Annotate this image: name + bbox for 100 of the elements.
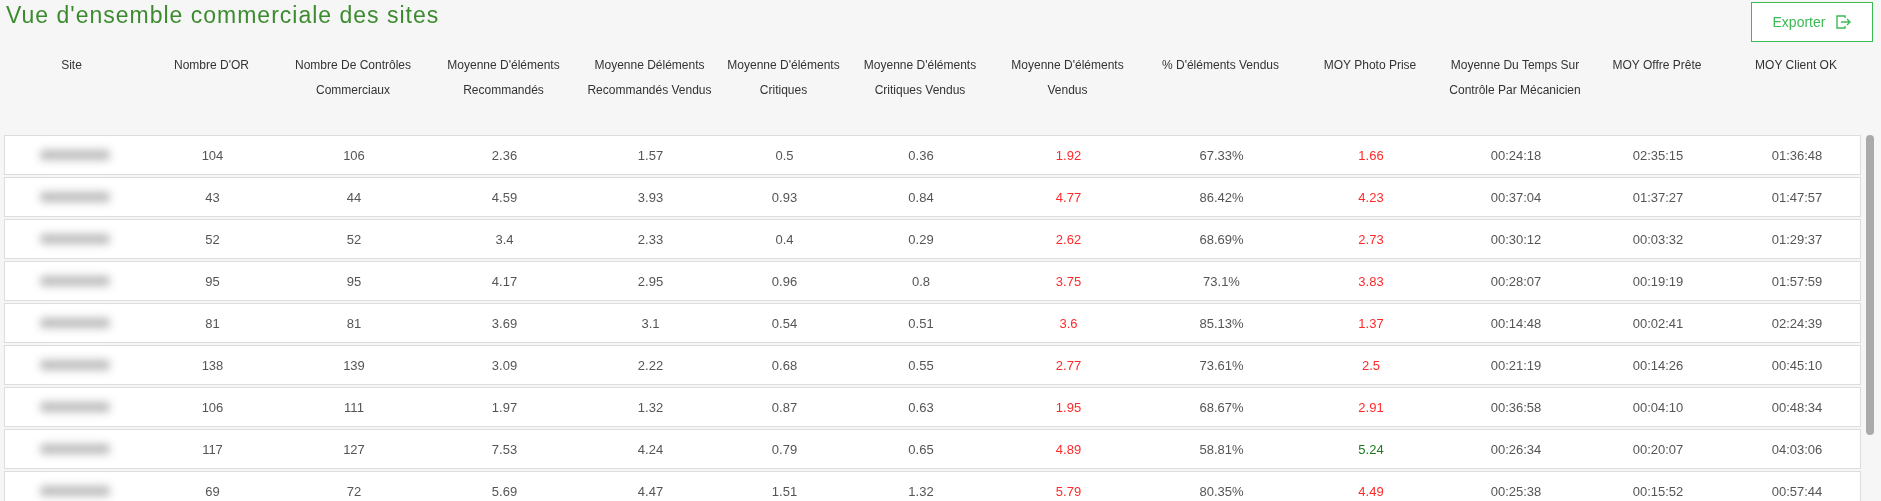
table-cell-text: 7.53 <box>490 441 519 457</box>
table-cell-text: 2.62 <box>1054 231 1083 247</box>
table-cell-text: 0.87 <box>770 399 799 415</box>
table-cell-text: 04:03:06 <box>1770 441 1824 457</box>
table-cell-text: 80.35% <box>1198 483 1245 499</box>
table-cell-text: 0.4 <box>774 231 795 247</box>
scrollbar[interactable] <box>1866 135 1874 435</box>
table-cell-text: 138 <box>200 357 225 373</box>
table-cell-text: 00:28:07 <box>1489 273 1543 289</box>
table-cell-text: 1.97 <box>490 399 519 415</box>
table-cell-text: 0.68 <box>770 357 799 373</box>
table-cell-text: 117 <box>201 441 224 457</box>
table-cell-text: 00:14:26 <box>1631 357 1685 373</box>
table-cell-text: 68.67% <box>1198 399 1245 415</box>
blurred-mark <box>39 234 110 244</box>
table-cell-text: 00:15:52 <box>1631 483 1685 499</box>
table-cell-text: 00:21:19 <box>1489 357 1543 373</box>
table-cell-text: 00:03:32 <box>1631 231 1685 247</box>
column-header: MOY Client OK <box>1754 57 1838 74</box>
table-cell-text: 1.92 <box>1054 147 1083 163</box>
table-cell-text: 0.29 <box>907 231 935 247</box>
table-cell-text: 00:45:10 <box>1770 357 1824 373</box>
table-cell-text: 1.32 <box>636 399 665 415</box>
export-icon <box>1835 14 1852 30</box>
table-cell-text: 01:36:48 <box>1770 147 1824 163</box>
table-cell-text: 104 <box>200 147 225 163</box>
table-cell-text: 00:24:18 <box>1489 147 1543 163</box>
table-cell-text: 00:48:34 <box>1770 399 1824 415</box>
table-cell-text: 3.09 <box>490 357 519 373</box>
table-cell-text: 01:29:37 <box>1770 231 1824 247</box>
table-cell-text: 0.54 <box>770 315 799 331</box>
export-button[interactable]: Exporter <box>1751 2 1873 42</box>
table-cell-text: 4.24 <box>636 441 665 457</box>
table-cell-text: 95 <box>204 273 221 289</box>
table-cell-text: 00:14:48 <box>1489 315 1543 331</box>
table-cell-text: 0.55 <box>907 357 935 373</box>
table-cell-text: 00:25:38 <box>1489 483 1543 499</box>
table-cell-text: 00:26:34 <box>1489 441 1543 457</box>
table-cell-text: 44 <box>345 189 363 205</box>
column-header: Site <box>60 57 83 74</box>
table-cell-text: 1.37 <box>1357 315 1385 331</box>
table-cell-text: 4.47 <box>636 483 665 499</box>
table-cell-text: 5.24 <box>1357 441 1385 457</box>
table-cell-text: 2.91 <box>1357 399 1385 415</box>
page-title: Vue d'ensemble commerciale des sites <box>6 2 440 29</box>
blurred-mark <box>39 360 110 370</box>
table-cell-text: 0.65 <box>907 441 935 457</box>
table-cell-text: 73.1% <box>1202 273 1241 289</box>
table-cell-text: 81 <box>204 315 221 331</box>
table-cell-text: 72 <box>345 483 363 499</box>
table-cell-text: 5.79 <box>1054 483 1083 499</box>
table-cell-text: 85.13% <box>1198 315 1245 331</box>
table-cell-text: 111 <box>343 399 365 415</box>
table-cell-text: 69 <box>204 483 221 499</box>
table-cell-text: 00:37:04 <box>1489 189 1543 205</box>
table-cell-text: 00:04:10 <box>1631 399 1685 415</box>
table-cell-text: 2.95 <box>636 273 665 289</box>
column-header: Moyenne D'éléments Recommandés <box>446 57 561 99</box>
column-header: Nombre De Contrôles Commerciaux <box>293 57 412 99</box>
table-cell-text: 1.51 <box>770 483 799 499</box>
table-cell-text: 1.95 <box>1054 399 1083 415</box>
column-header: Moyenne D'éléments Critiques <box>726 57 841 99</box>
column-header: Moyenne D'éléments Critiques Vendus <box>862 57 978 99</box>
table-cell-text: 00:30:12 <box>1489 231 1543 247</box>
column-header: MOY Photo Prise <box>1322 57 1418 74</box>
column-header: % D'éléments Vendus <box>1161 57 1280 74</box>
table-cell-text: 4.49 <box>1357 483 1385 499</box>
table-cell-text: 81 <box>345 315 363 331</box>
table-cell-text: 0.36 <box>907 147 935 163</box>
table-cell-text: 0.96 <box>770 273 799 289</box>
table-cell-text: 127 <box>342 441 366 457</box>
table-cell-text: 0.63 <box>907 399 935 415</box>
column-header: Moyenne Déléments Recommandés Vendus <box>586 57 713 99</box>
table-cell-text: 3.4 <box>494 231 515 247</box>
table-cell-text: 01:47:57 <box>1770 189 1824 205</box>
table-cell-text: 00:02:41 <box>1631 315 1685 331</box>
column-header: Nombre D'OR <box>173 57 250 74</box>
table-cell-text: 4.23 <box>1357 189 1385 205</box>
table-cell-text: 1.66 <box>1357 147 1385 163</box>
table-cell-text: 2.73 <box>1357 231 1385 247</box>
table-cell-text: 3.83 <box>1357 273 1385 289</box>
table-cell-text: 43 <box>204 189 221 205</box>
table-cell-text: 02:35:15 <box>1631 147 1685 163</box>
table-cell-text: 0.79 <box>770 441 799 457</box>
blurred-mark <box>39 402 110 412</box>
table-cell-text: 52 <box>204 231 221 247</box>
blurred-mark <box>39 276 110 286</box>
table-cell-text: 0.84 <box>907 189 935 205</box>
table-cell-text: 00:19:19 <box>1631 273 1685 289</box>
blurred-mark <box>39 318 110 328</box>
table-cell-text: 106 <box>200 399 225 415</box>
blurred-mark <box>39 444 110 454</box>
table-cell-text: 3.93 <box>636 189 665 205</box>
table-cell-text: 68.69% <box>1198 231 1245 247</box>
table-cell-text: 95 <box>345 273 363 289</box>
table-cell-text: 00:57:44 <box>1770 483 1824 499</box>
table-cell-text: 00:36:58 <box>1489 399 1543 415</box>
table-cell-text: 01:37:27 <box>1631 189 1685 205</box>
table-cell-text: 3.6 <box>1058 315 1079 331</box>
table-cell-text: 1.57 <box>636 147 665 163</box>
